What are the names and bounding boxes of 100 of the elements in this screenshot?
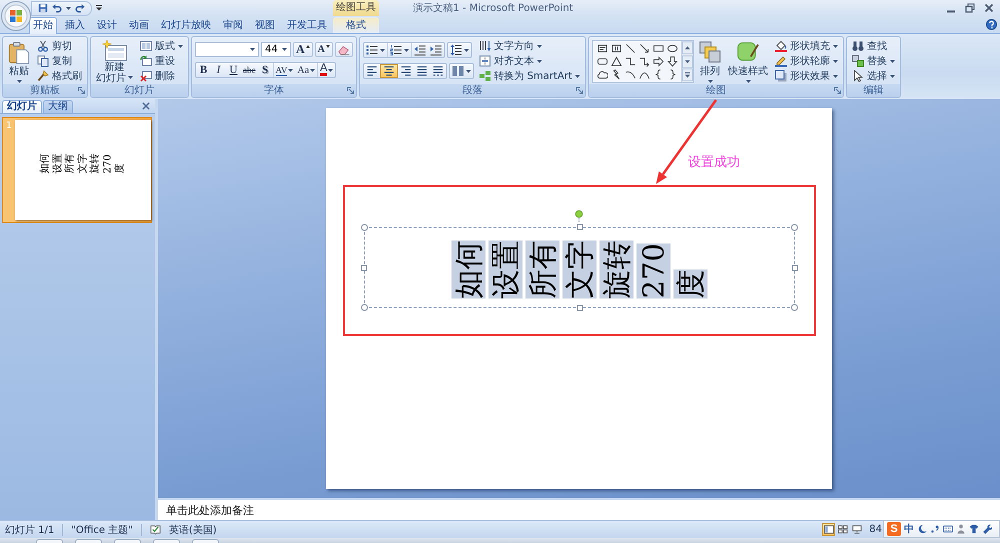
dialog-launcher-icon[interactable]: [346, 87, 354, 94]
character-spacing-button[interactable]: AV: [272, 63, 296, 77]
bullets-button[interactable]: [364, 43, 387, 57]
resize-handle[interactable]: [361, 264, 367, 270]
shrink-font-button[interactable]: A: [314, 42, 333, 57]
convert-smartart-button[interactable]: 转换为 SmartArt: [476, 69, 582, 83]
arrow-line-icon[interactable]: [638, 43, 650, 54]
person-icon[interactable]: [956, 524, 966, 534]
close-icon[interactable]: [984, 3, 994, 13]
resize-handle[interactable]: [576, 305, 582, 311]
dialog-launcher-icon[interactable]: [576, 87, 584, 94]
strikethrough-button[interactable]: abc: [241, 63, 258, 77]
slide-thumbnail[interactable]: 1 如何设置所有文字旋转270度: [2, 117, 152, 223]
lightning-icon[interactable]: [610, 69, 622, 80]
align-center-button[interactable]: [380, 64, 398, 78]
ribbon-tab[interactable]: 插入: [61, 17, 89, 33]
italic-button[interactable]: I: [211, 63, 226, 77]
save-icon[interactable]: [38, 3, 48, 13]
bold-button[interactable]: B: [196, 63, 211, 77]
copy-button[interactable]: 复制: [35, 54, 84, 68]
redo-icon[interactable]: [75, 3, 85, 13]
dialog-launcher-icon[interactable]: [834, 87, 842, 94]
wrench-icon[interactable]: [982, 524, 992, 534]
clear-formatting-button[interactable]: [334, 42, 353, 57]
arrange-button[interactable]: 排列: [697, 38, 724, 84]
rectangle-icon[interactable]: [652, 43, 664, 54]
select-button[interactable]: 选择: [850, 69, 898, 83]
increase-indent-button[interactable]: [428, 43, 444, 57]
delete-button[interactable]: 删除: [138, 69, 185, 83]
slide-sorter-button[interactable]: [836, 523, 850, 536]
ribbon-tab[interactable]: 审阅: [219, 17, 247, 33]
line-icon[interactable]: [624, 43, 636, 54]
cloud-icon[interactable]: [596, 69, 608, 80]
vertical-text-box-icon[interactable]: [610, 43, 622, 54]
scroll-down-icon[interactable]: [682, 54, 694, 68]
arc-icon[interactable]: [624, 69, 636, 80]
numbering-button[interactable]: [386, 43, 411, 57]
notes-field[interactable]: 单击此处添加备注: [158, 498, 1000, 520]
resize-handle[interactable]: [361, 304, 368, 311]
input-mode-button[interactable]: 中: [904, 522, 914, 536]
text-shadow-button[interactable]: S: [258, 63, 272, 77]
restore-icon[interactable]: [965, 3, 975, 13]
align-text-button[interactable]: 对齐文本: [476, 54, 582, 68]
ribbon-tab[interactable]: 开发工具: [283, 17, 331, 33]
normal-view-button[interactable]: [822, 523, 836, 536]
right-arrow-icon[interactable]: [652, 56, 664, 67]
ribbon-tab[interactable]: 视图: [251, 17, 279, 33]
pane-tab[interactable]: 幻灯片: [2, 100, 42, 113]
help-icon[interactable]: [986, 19, 997, 30]
quick-styles-button[interactable]: 快速样式: [726, 38, 770, 84]
font-color-button[interactable]: A: [317, 63, 336, 77]
moon-icon[interactable]: [917, 524, 927, 534]
close-icon[interactable]: [142, 102, 150, 110]
ribbon-tab[interactable]: 动画: [125, 17, 153, 33]
resize-handle[interactable]: [576, 224, 582, 230]
dialog-launcher-icon[interactable]: [78, 87, 85, 94]
grow-font-button[interactable]: A: [293, 42, 313, 57]
ribbon-tab[interactable]: 幻灯片放映: [157, 17, 215, 33]
format-painter-button[interactable]: 格式刷: [35, 69, 84, 83]
oval-icon[interactable]: [666, 43, 678, 54]
resize-handle[interactable]: [792, 264, 798, 270]
paste-button[interactable]: 粘贴: [6, 38, 32, 84]
resize-handle[interactable]: [791, 304, 798, 311]
cut-button[interactable]: 剪切: [35, 39, 84, 53]
rotate-handle[interactable]: [575, 210, 583, 223]
triangle-icon[interactable]: [610, 56, 622, 67]
decrease-indent-button[interactable]: [410, 43, 428, 57]
scroll-up-icon[interactable]: [682, 41, 694, 55]
replace-button[interactable]: 替换: [850, 54, 898, 68]
underline-button[interactable]: U: [226, 63, 241, 77]
resize-handle[interactable]: [791, 224, 798, 231]
elbow-connector-icon[interactable]: [624, 56, 636, 67]
layout-button[interactable]: 版式: [138, 39, 185, 53]
text-box-icon[interactable]: [596, 43, 608, 54]
shape-effects-button[interactable]: 形状效果: [773, 69, 840, 83]
zoom-level[interactable]: 84: [869, 524, 882, 535]
font-size-field[interactable]: 44: [261, 42, 291, 57]
resize-handle[interactable]: [361, 224, 368, 231]
keyboard-icon[interactable]: [943, 524, 953, 534]
change-case-button[interactable]: Aa: [295, 63, 318, 77]
ribbon-tab[interactable]: 设计: [93, 17, 121, 33]
shirt-icon[interactable]: [969, 524, 979, 534]
find-button[interactable]: 查找: [850, 39, 898, 53]
undo-icon[interactable]: [52, 3, 62, 13]
text-direction-button[interactable]: 文字方向: [476, 39, 582, 53]
new-slide-button[interactable]: 新建 幻灯片: [94, 38, 135, 84]
down-arrow-icon[interactable]: [666, 56, 678, 67]
pane-tab[interactable]: 大纲: [43, 100, 73, 113]
language-label[interactable]: 英语(美国): [168, 522, 217, 536]
elbow-arrow-icon[interactable]: [638, 56, 650, 67]
customize-toolbar-icon[interactable]: [96, 5, 102, 11]
spelling-check-icon[interactable]: [150, 524, 161, 535]
dot-comma-icon[interactable]: [930, 524, 940, 534]
slide-show-button[interactable]: [850, 523, 864, 536]
ribbon-tab[interactable]: 开始: [29, 17, 57, 34]
ribbon-tab[interactable]: 格式: [333, 17, 379, 33]
font-name-field[interactable]: [195, 42, 259, 57]
caret-icon[interactable]: [66, 6, 71, 10]
shape-fill-button[interactable]: 形状填充: [773, 39, 840, 53]
shape-outline-button[interactable]: 形状轮廓: [773, 54, 840, 68]
